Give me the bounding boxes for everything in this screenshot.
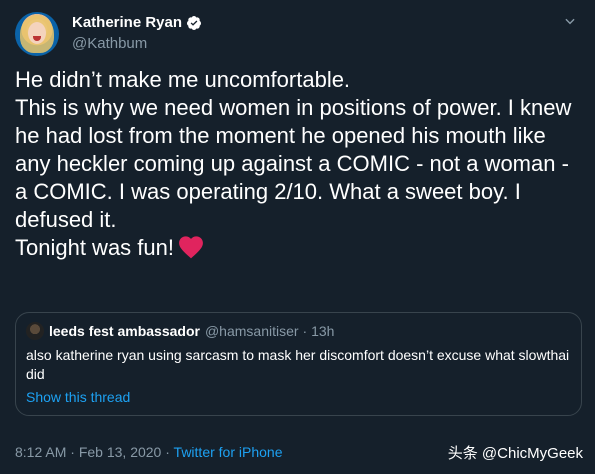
quoted-author-name: leeds fest ambassador xyxy=(49,323,200,339)
verified-badge-icon xyxy=(187,15,202,30)
meta-separator: · xyxy=(161,444,174,460)
meta-separator: · xyxy=(66,444,79,460)
tweet-time[interactable]: 8:12 AM xyxy=(15,444,66,460)
quoted-tweet-text: also katherine ryan using sarcasm to mas… xyxy=(26,347,570,382)
quoted-tweet[interactable]: leeds fest ambassador @hamsanitiser · 13… xyxy=(15,312,582,416)
tweet-source-link[interactable]: Twitter for iPhone xyxy=(174,444,283,460)
quoted-tweet-age: · 13h xyxy=(302,323,335,339)
show-thread-link[interactable]: Show this thread xyxy=(26,389,130,405)
quoted-author-handle: @hamsanitiser xyxy=(204,323,299,339)
author-display-name[interactable]: Katherine Ryan xyxy=(72,14,182,31)
tweet-card: Katherine Ryan @Kathbum He didn’t make m… xyxy=(0,0,595,474)
tweet-text: He didn’t make me uncomfortable. This is… xyxy=(15,66,583,262)
tweet-meta: 8:12 AM · Feb 13, 2020 · Twitter for iPh… xyxy=(15,444,282,460)
quoted-tweet-header: leeds fest ambassador @hamsanitiser · 13… xyxy=(26,322,334,340)
chevron-down-icon[interactable] xyxy=(563,14,577,28)
author-handle[interactable]: @Kathbum xyxy=(72,35,147,52)
tweet-text-content: He didn’t make me uncomfortable. This is… xyxy=(15,67,572,260)
tweet-date[interactable]: Feb 13, 2020 xyxy=(79,444,162,460)
author-name-row: Katherine Ryan xyxy=(72,14,202,31)
red-heart-icon xyxy=(179,236,203,259)
quoted-author-avatar xyxy=(26,322,44,340)
watermark-text: 头条 @ChicMyGeek xyxy=(447,445,583,462)
author-avatar[interactable] xyxy=(15,12,59,56)
